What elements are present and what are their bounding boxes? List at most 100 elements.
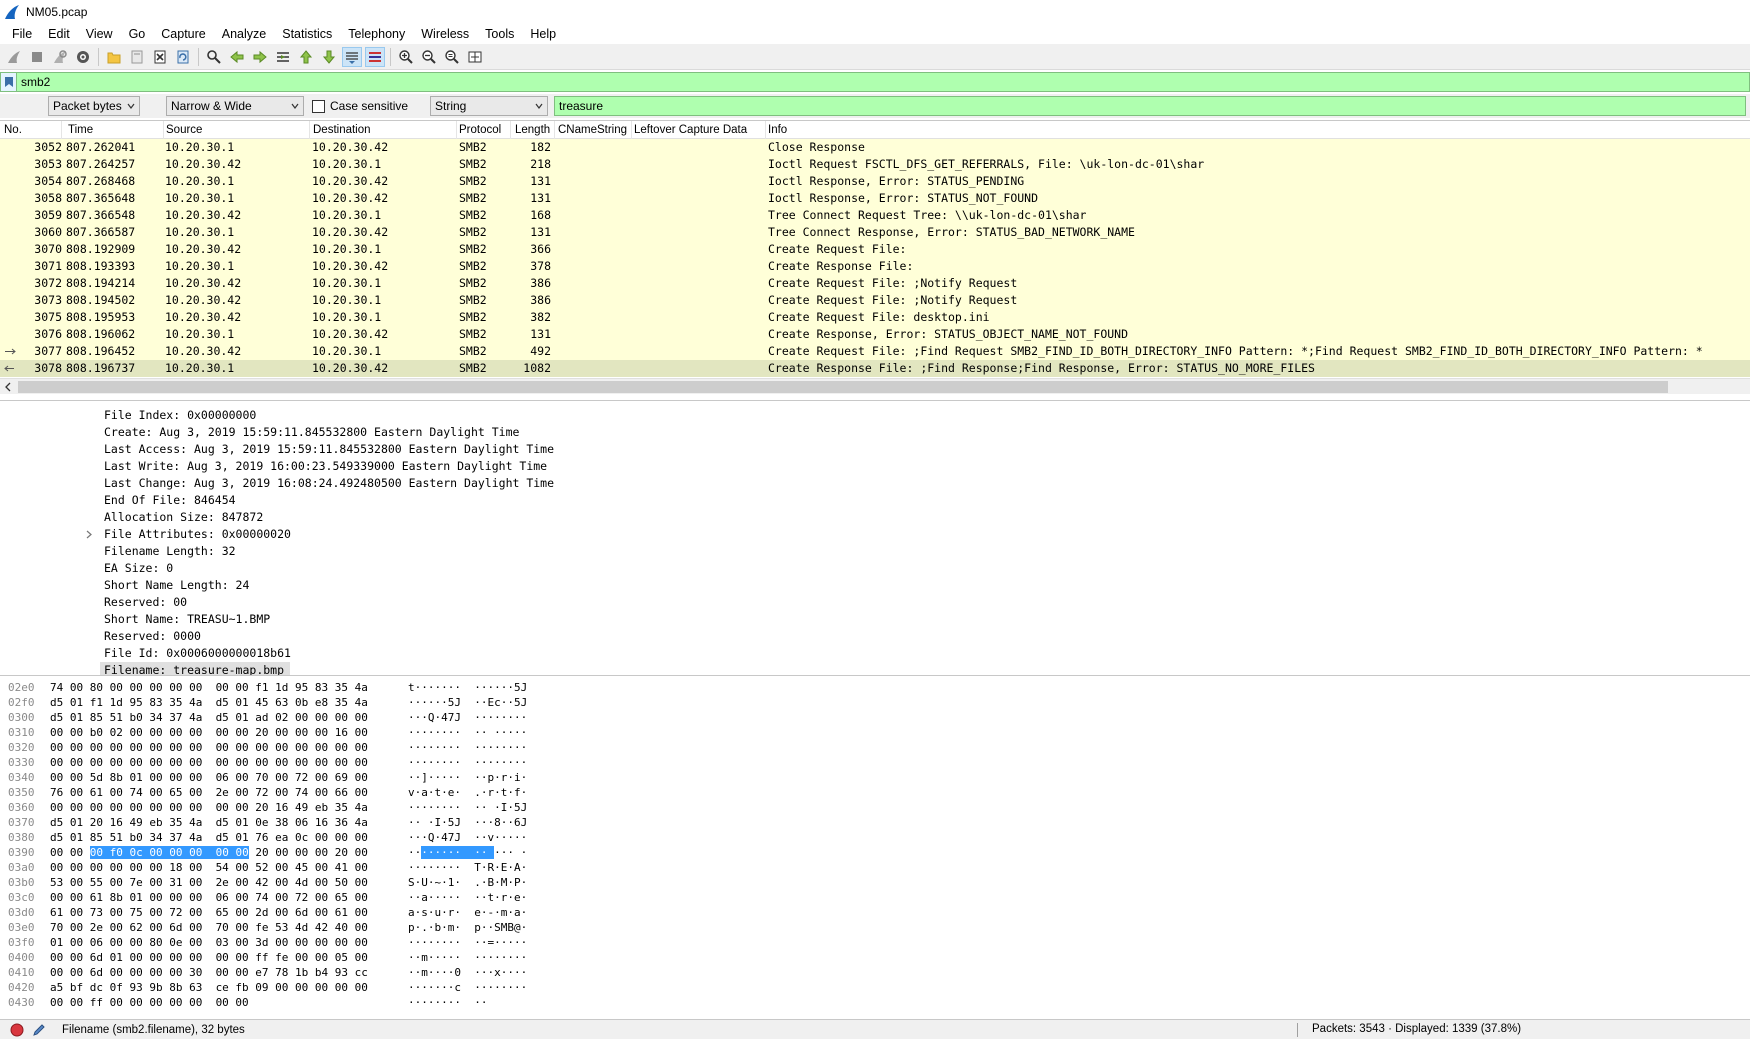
- detail-line[interactable]: Filename Length: 32: [0, 543, 1750, 560]
- hex-row[interactable]: 0410 00 00 6d 00 00 00 00 30 00 00 e7 78 …: [0, 965, 1750, 980]
- shark-fin-start-icon[interactable]: [4, 47, 24, 67]
- detail-line[interactable]: Allocation Size: 847872: [0, 509, 1750, 526]
- case-sensitive-checkbox[interactable]: [312, 99, 325, 113]
- hex-row[interactable]: 0430 00 00 ff 00 00 00 00 00 00 00 ·······…: [0, 995, 1750, 1010]
- menu-file[interactable]: File: [4, 24, 40, 44]
- menu-analyze[interactable]: Analyze: [214, 24, 274, 44]
- detail-line[interactable]: Last Change: Aug 3, 2019 16:08:24.492480…: [0, 475, 1750, 492]
- table-row[interactable]: 3060 807.366587 10.20.30.1 10.20.30.42 SMB2 1…: [0, 224, 1750, 241]
- hex-row[interactable]: 02f0 d5 01 f1 1d 95 83 35 4a d5 01 45 63 …: [0, 695, 1750, 710]
- column-header-destination[interactable]: Destination: [309, 121, 457, 139]
- display-filter-input[interactable]: [17, 73, 1749, 91]
- column-header-time[interactable]: Time: [64, 121, 164, 139]
- autoscroll-icon[interactable]: [342, 46, 362, 67]
- resize-columns-icon[interactable]: [465, 47, 485, 67]
- column-header-source[interactable]: Source: [162, 121, 310, 139]
- detail-line[interactable]: File Id: 0x0006000000018b61: [0, 645, 1750, 662]
- packet-list-horizontal-scrollbar[interactable]: [0, 378, 1750, 394]
- hex-row[interactable]: 0340 00 00 5d 8b 01 00 00 00 06 00 70 00 …: [0, 770, 1750, 785]
- table-row[interactable]: 3077 808.196452 10.20.30.42 10.20.30.1 SMB2 4…: [0, 343, 1750, 360]
- zoom-normal-icon[interactable]: [442, 47, 462, 67]
- go-forward-icon[interactable]: [250, 47, 270, 67]
- hex-row[interactable]: 0360 00 00 00 00 00 00 00 00 00 00 20 16 …: [0, 800, 1750, 815]
- menu-go[interactable]: Go: [121, 24, 154, 44]
- detail-line[interactable]: EA Size: 0: [0, 560, 1750, 577]
- menu-statistics[interactable]: Statistics: [274, 24, 340, 44]
- menu-view[interactable]: View: [78, 24, 121, 44]
- hex-row[interactable]: 0330 00 00 00 00 00 00 00 00 00 00 00 00 …: [0, 755, 1750, 770]
- table-row[interactable]: 3053 807.264257 10.20.30.42 10.20.30.1 SMB2 2…: [0, 156, 1750, 173]
- menu-help[interactable]: Help: [522, 24, 564, 44]
- detail-line[interactable]: File Index: 0x00000000: [0, 407, 1750, 424]
- go-first-icon[interactable]: [296, 47, 316, 67]
- detail-line[interactable]: Short Name Length: 24: [0, 577, 1750, 594]
- hex-row[interactable]: 03f0 01 00 06 00 00 80 0e 00 03 00 3d 00 …: [0, 935, 1750, 950]
- detail-line[interactable]: Reserved: 00: [0, 594, 1750, 611]
- hex-row[interactable]: 0420 a5 bf dc 0f 93 9b 8b 63 ce fb 09 00 …: [0, 980, 1750, 995]
- zoom-in-icon[interactable]: [396, 47, 416, 67]
- hex-row[interactable]: 0390 00 00 00 f0 0c 00 00 00 00 00 20 00 …: [0, 845, 1750, 860]
- table-row[interactable]: 3071 808.193393 10.20.30.1 10.20.30.42 SMB2 3…: [0, 258, 1750, 275]
- hex-row[interactable]: 0300 d5 01 85 51 b0 34 37 4a d5 01 ad 02 …: [0, 710, 1750, 725]
- hex-row[interactable]: 0320 00 00 00 00 00 00 00 00 00 00 00 00 …: [0, 740, 1750, 755]
- table-row[interactable]: 3052 807.262041 10.20.30.1 10.20.30.42 SMB2 1…: [0, 139, 1750, 156]
- column-header-protocol[interactable]: Protocol: [455, 121, 511, 139]
- menu-capture[interactable]: Capture: [153, 24, 213, 44]
- hex-row[interactable]: 03c0 00 00 61 8b 01 00 00 00 06 00 74 00 …: [0, 890, 1750, 905]
- detail-line[interactable]: End Of File: 846454: [0, 492, 1750, 509]
- zoom-out-icon[interactable]: [419, 47, 439, 67]
- edit-comment-icon[interactable]: [32, 1023, 46, 1037]
- hex-row[interactable]: 03a0 00 00 00 00 00 00 18 00 54 00 52 00 …: [0, 860, 1750, 875]
- search-in-dropdown[interactable]: Packet bytes: [48, 96, 140, 116]
- table-row[interactable]: 3059 807.366548 10.20.30.42 10.20.30.1 SMB2 1…: [0, 207, 1750, 224]
- go-back-icon[interactable]: [227, 47, 247, 67]
- table-row[interactable]: 3073 808.194502 10.20.30.42 10.20.30.1 SMB2 3…: [0, 292, 1750, 309]
- expert-info-error-icon[interactable]: [10, 1023, 24, 1037]
- table-row[interactable]: 3054 807.268468 10.20.30.1 10.20.30.42 SMB2 1…: [0, 173, 1750, 190]
- scrollbar-thumb[interactable]: [18, 381, 1668, 393]
- detail-line[interactable]: Last Access: Aug 3, 2019 15:59:11.845532…: [0, 441, 1750, 458]
- restart-icon[interactable]: [50, 47, 70, 67]
- detail-line[interactable]: File Attributes: 0x00000020: [0, 526, 1750, 543]
- menu-wireless[interactable]: Wireless: [413, 24, 477, 44]
- hex-row[interactable]: 0370 d5 01 20 16 49 eb 35 4a d5 01 0e 38 …: [0, 815, 1750, 830]
- stop-icon[interactable]: [27, 47, 47, 67]
- hex-row[interactable]: 0350 76 00 61 00 74 00 65 00 2e 00 72 00 …: [0, 785, 1750, 800]
- options-gear-icon[interactable]: [73, 47, 93, 67]
- hex-row[interactable]: 0380 d5 01 85 51 b0 34 37 4a d5 01 76 ea …: [0, 830, 1750, 845]
- detail-line[interactable]: Reserved: 0000: [0, 628, 1750, 645]
- case-sensitive-option[interactable]: Case sensitive: [312, 99, 430, 113]
- hex-row[interactable]: 03d0 61 00 73 00 75 00 72 00 65 00 2d 00 …: [0, 905, 1750, 920]
- hex-row[interactable]: 03e0 70 00 2e 00 62 00 6d 00 70 00 fe 53 …: [0, 920, 1750, 935]
- reload-icon[interactable]: [173, 47, 193, 67]
- close-file-icon[interactable]: [150, 47, 170, 67]
- column-header-leftover[interactable]: Leftover Capture Data: [630, 121, 766, 139]
- detail-line[interactable]: Filename: treasure-map.bmp: [100, 662, 290, 675]
- open-folder-icon[interactable]: [104, 47, 124, 67]
- menu-telephony[interactable]: Telephony: [340, 24, 413, 44]
- menu-edit[interactable]: Edit: [40, 24, 78, 44]
- column-header-info[interactable]: Info: [764, 121, 1750, 139]
- chevron-right-icon[interactable]: [85, 530, 93, 539]
- table-row[interactable]: 3078 808.196737 10.20.30.1 10.20.30.42 SMB2 1…: [0, 360, 1750, 377]
- hex-row[interactable]: 03b0 53 00 55 00 7e 00 31 00 2e 00 42 00 …: [0, 875, 1750, 890]
- colorize-icon[interactable]: [365, 46, 385, 67]
- character-width-dropdown[interactable]: Narrow & Wide: [166, 96, 304, 116]
- detail-line[interactable]: Create: Aug 3, 2019 15:59:11.845532800 E…: [0, 424, 1750, 441]
- find-search-input[interactable]: [554, 96, 1746, 116]
- bookmark-icon[interactable]: [1, 73, 17, 91]
- search-type-dropdown[interactable]: String: [430, 96, 548, 116]
- hex-row[interactable]: 02e0 74 00 80 00 00 00 00 00 00 00 f1 1d …: [0, 680, 1750, 695]
- go-last-icon[interactable]: [319, 47, 339, 67]
- find-packet-icon[interactable]: [204, 47, 224, 67]
- column-header-no[interactable]: No.: [0, 121, 62, 139]
- table-row[interactable]: 3070 808.192909 10.20.30.42 10.20.30.1 SMB2 3…: [0, 241, 1750, 258]
- table-row[interactable]: 3076 808.196062 10.20.30.1 10.20.30.42 SMB2 1…: [0, 326, 1750, 343]
- hex-row[interactable]: 0310 00 00 b0 02 00 00 00 00 00 00 20 00 …: [0, 725, 1750, 740]
- menu-tools[interactable]: Tools: [477, 24, 522, 44]
- table-row[interactable]: 3058 807.365648 10.20.30.1 10.20.30.42 SMB2 1…: [0, 190, 1750, 207]
- hex-row[interactable]: 0400 00 00 6d 01 00 00 00 00 00 00 ff fe …: [0, 950, 1750, 965]
- column-header-cnamestring[interactable]: CNameString: [554, 121, 632, 139]
- table-row[interactable]: 3075 808.195953 10.20.30.42 10.20.30.1 SMB2 3…: [0, 309, 1750, 326]
- table-row[interactable]: 3072 808.194214 10.20.30.42 10.20.30.1 SMB2 3…: [0, 275, 1750, 292]
